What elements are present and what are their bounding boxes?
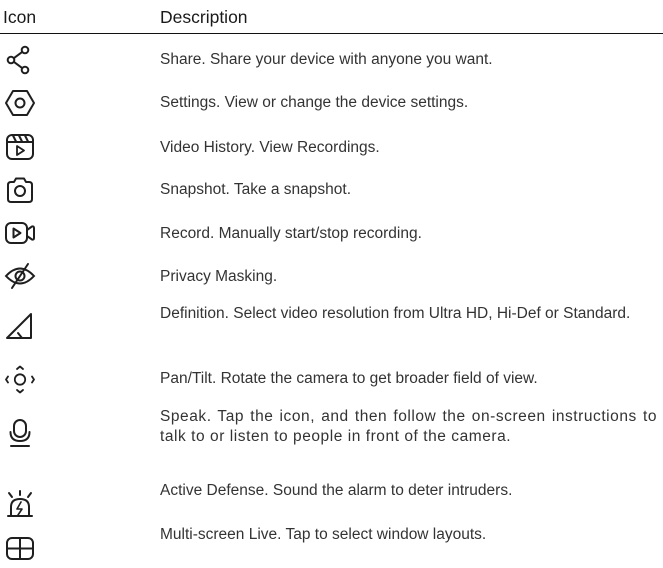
share-icon <box>4 45 36 75</box>
row-description: Pan/Tilt. Rotate the camera to get broad… <box>160 370 538 387</box>
row-description: Share. Share your device with anyone you… <box>160 51 493 68</box>
icon-column-header: Icon <box>3 7 37 27</box>
table-header: Icon Description <box>0 0 663 34</box>
row-description: Record. Manually start/stop recording. <box>160 225 422 242</box>
description-column-header: Description <box>160 7 248 27</box>
row-description: Active Defense. Sound the alarm to deter… <box>160 482 513 499</box>
row-description: Speak. Tap the icon, and then follow the… <box>160 408 657 445</box>
grid-icon <box>4 533 36 563</box>
row-description: Settings. View or change the device sett… <box>160 94 469 111</box>
microphone-icon <box>4 418 36 448</box>
row-description: Definition. Select video resolution from… <box>160 305 631 322</box>
signal-triangle-icon <box>4 311 36 341</box>
row-description: Multi-screen Live. Tap to select window … <box>160 526 487 543</box>
camera-icon <box>4 175 36 205</box>
alarm-icon <box>4 490 36 520</box>
video-history-icon <box>4 132 36 162</box>
eye-off-icon <box>4 261 36 291</box>
row-description: Video History. View Recordings. <box>160 139 380 156</box>
settings-icon <box>4 88 36 118</box>
row-description: Snapshot. Take a snapshot. <box>160 181 352 198</box>
row-description: Privacy Masking. <box>160 268 278 285</box>
pan-tilt-icon <box>4 364 36 394</box>
record-icon <box>4 218 36 248</box>
